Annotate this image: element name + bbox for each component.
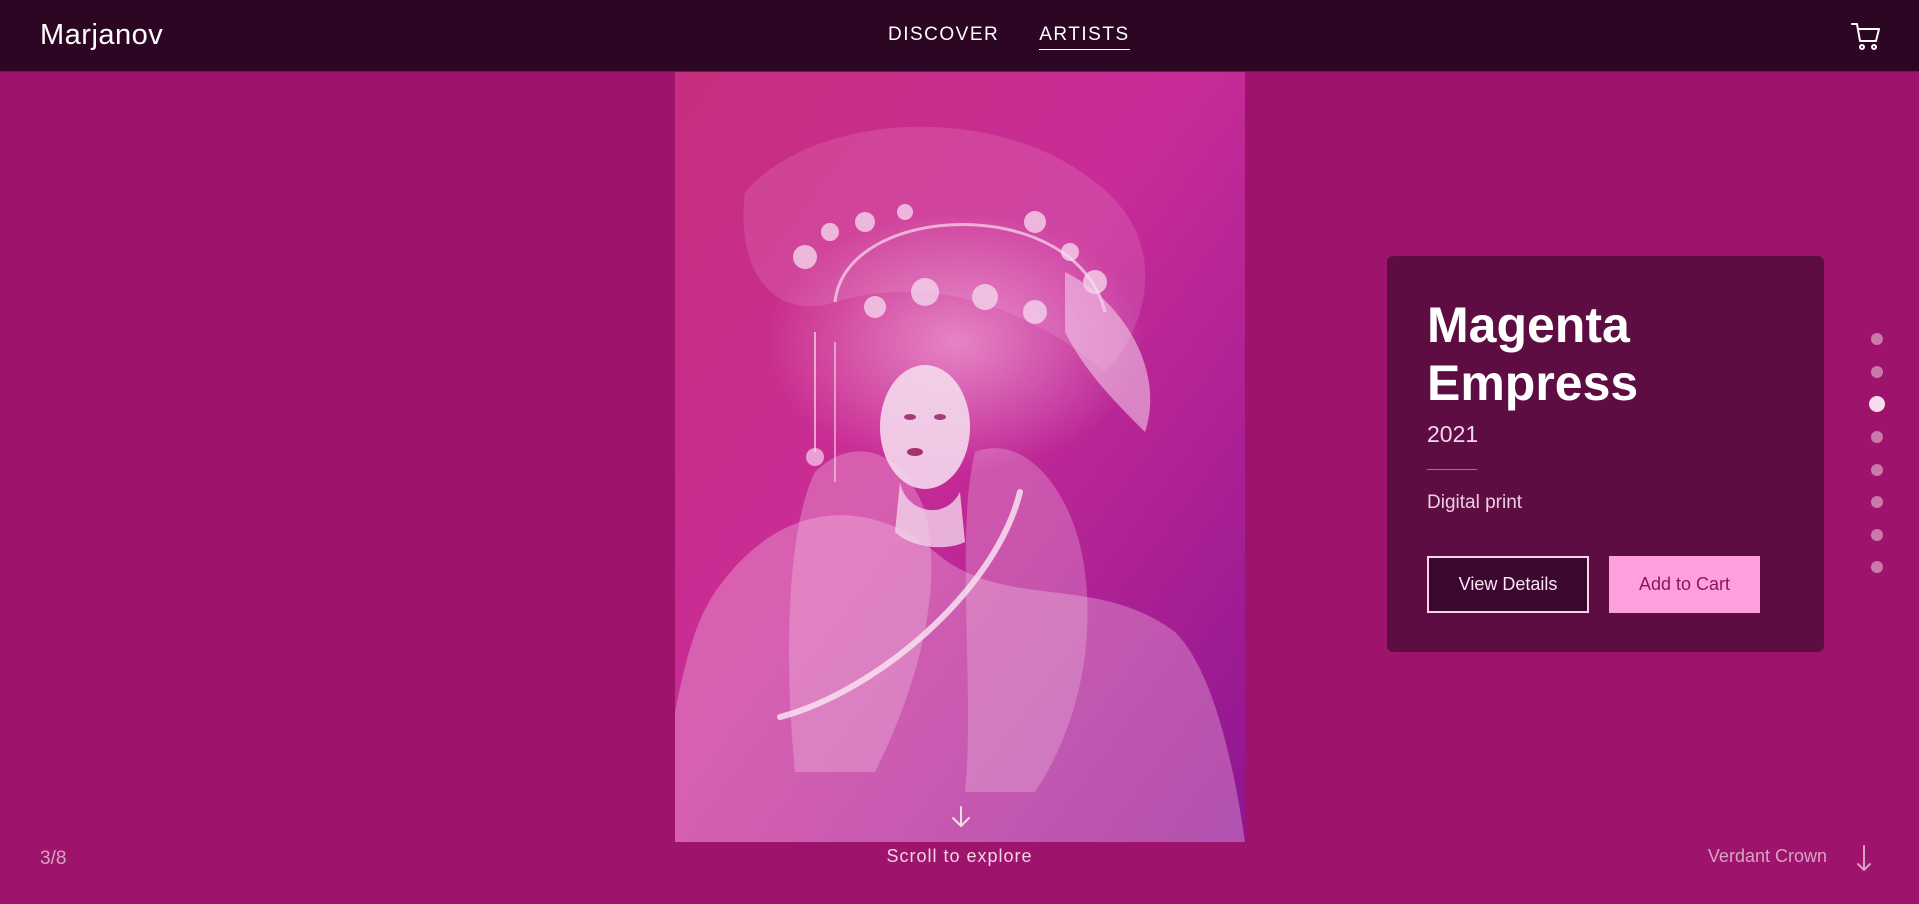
arrow-down-long-icon[interactable]	[1856, 844, 1872, 872]
artwork-info-card: Magenta Empress 2021 Digital print View …	[1387, 256, 1824, 652]
artwork-image[interactable]	[675, 72, 1245, 842]
artwork-title-line2: Empress	[1427, 355, 1639, 411]
artwork-title-line1: Magenta	[1427, 297, 1630, 353]
pagination-dot-5[interactable]	[1871, 464, 1883, 476]
pagination-dot-3[interactable]	[1869, 396, 1885, 412]
main-nav: DISCOVER ARTISTS	[888, 24, 1130, 50]
site-logo[interactable]: Marjanov	[40, 19, 163, 52]
top-navigation-bar: Marjanov DISCOVER ARTISTS	[0, 0, 1919, 72]
artwork-medium: Digital print	[1427, 492, 1523, 513]
card-divider	[1427, 469, 1477, 470]
nav-discover[interactable]: DISCOVER	[888, 24, 999, 50]
pagination-dot-2[interactable]	[1871, 366, 1883, 378]
artwork-year: 2021	[1427, 421, 1479, 447]
pagination-dot-7[interactable]	[1871, 529, 1883, 541]
portrait-artwork-image	[675, 72, 1245, 842]
view-details-button[interactable]: View Details	[1427, 556, 1589, 613]
pagination-dot-8[interactable]	[1871, 561, 1883, 573]
pagination-dot-4[interactable]	[1871, 431, 1883, 443]
nav-artists[interactable]: ARTISTS	[1039, 24, 1130, 50]
pagination-dot-6[interactable]	[1871, 496, 1883, 508]
cart-icon[interactable]	[1850, 20, 1882, 52]
pagination-dot-1[interactable]	[1871, 333, 1883, 345]
artwork-title: Magenta Empress	[1427, 296, 1638, 412]
next-artwork-title[interactable]: Verdant Crown	[1708, 846, 1827, 867]
add-to-cart-button[interactable]: Add to Cart	[1609, 556, 1760, 613]
scroll-to-explore-text: Scroll to explore	[886, 846, 1033, 866]
arrow-down-icon[interactable]	[950, 805, 972, 829]
